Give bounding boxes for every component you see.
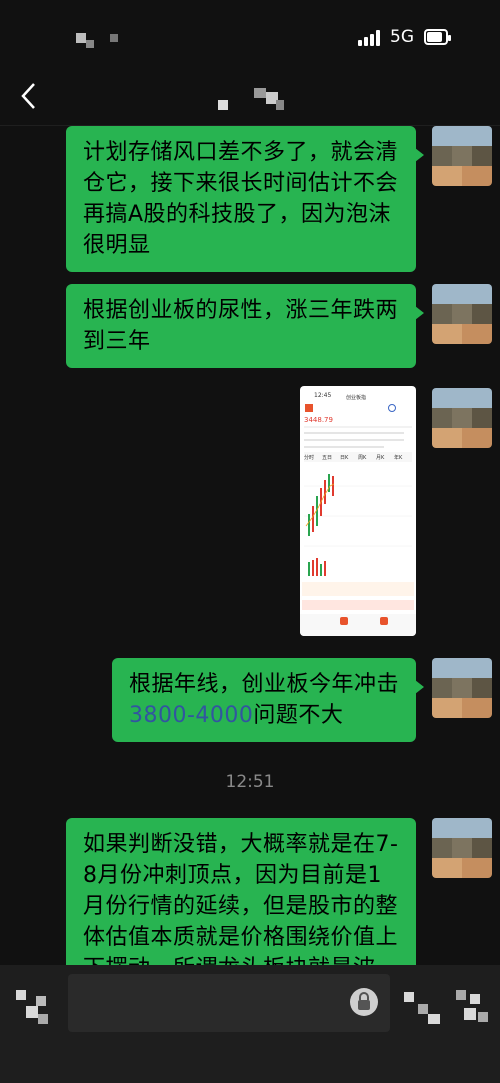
- message-bubble[interactable]: 如果判断没错，大概率就是在7-8月份冲刺顶点，因为目前是1月份行情的延续，但是股…: [66, 818, 416, 978]
- time-mosaic: [86, 40, 94, 48]
- message-text: 计划存储风口差不多了，就会清仓它，接下来很长时间估计不会再搞A股的科技股了，因为…: [83, 140, 399, 258]
- avatar[interactable]: [432, 658, 492, 718]
- message-text: 如果判断没错，大概率就是在7-8月份冲刺顶点，因为目前是1月份行情的延续，但是股…: [83, 832, 399, 978]
- emoji-icon[interactable]: [404, 990, 444, 1026]
- avatar[interactable]: [432, 388, 492, 448]
- network-label: 5G: [390, 27, 414, 47]
- message-text: 根据创业板的尿性，涨三年跌两到三年: [83, 298, 399, 354]
- message-link[interactable]: 3800-4000: [129, 703, 253, 728]
- status-bar: 5G: [0, 0, 500, 70]
- avatar[interactable]: [432, 126, 492, 186]
- screenshot-banner: [302, 600, 414, 610]
- screenshot-tabs: 分时 五日 日K 周K 月K 年K: [304, 452, 412, 462]
- image-message[interactable]: 12:45 创业板指 3448.79 分时 五日 日K 周K 月K 年K: [300, 386, 416, 636]
- timestamp: 12:51: [225, 772, 275, 792]
- message-text: 根据年线，创业板今年冲击: [129, 672, 400, 697]
- chevron-left-icon: [21, 83, 35, 109]
- screenshot-stats: [304, 430, 412, 450]
- screenshot-time: 12:45: [314, 392, 332, 399]
- time-mosaic: [110, 34, 118, 42]
- screenshot-banner: [302, 582, 414, 596]
- chat-title-mosaic: [218, 88, 288, 112]
- avatar[interactable]: [432, 284, 492, 344]
- time-mosaic: [76, 33, 86, 43]
- voice-icon[interactable]: [16, 990, 52, 1026]
- message-bubble[interactable]: 计划存储风口差不多了，就会清仓它，接下来很长时间估计不会再搞A股的科技股了，因为…: [66, 126, 424, 272]
- plus-icon[interactable]: [456, 990, 492, 1026]
- app-logo: [305, 404, 313, 412]
- message-bubble[interactable]: 根据创业板的尿性，涨三年跌两到三年: [66, 284, 424, 368]
- battery-icon: [424, 29, 451, 45]
- lock-icon[interactable]: [348, 986, 380, 1018]
- screenshot-stock-name: 创业板指: [346, 395, 367, 401]
- screenshot-bottom-bar: [300, 614, 416, 636]
- avatar[interactable]: [432, 818, 492, 878]
- signal-icon: [358, 30, 382, 46]
- message-text: 问题不大: [253, 703, 344, 728]
- back-button[interactable]: [14, 80, 44, 112]
- profile-icon: [388, 404, 396, 412]
- message-input[interactable]: [68, 974, 390, 1032]
- message-bubble[interactable]: 根据年线，创业板今年冲击 3800-4000问题不大: [112, 658, 424, 742]
- stock-chart: [304, 474, 412, 576]
- screenshot-price: 3448.79: [304, 416, 333, 424]
